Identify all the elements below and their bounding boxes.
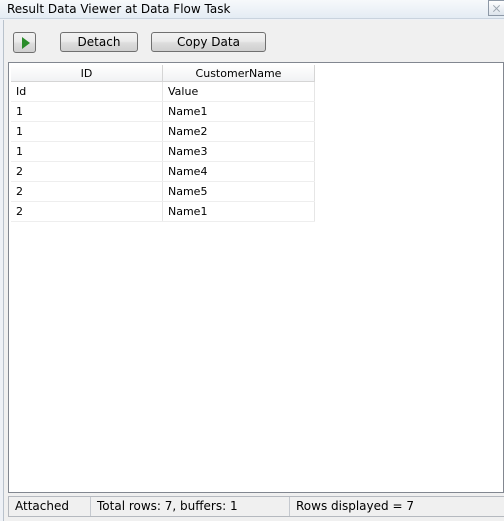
title-bar[interactable]: Result Data Viewer at Data Flow Task	[0, 0, 504, 19]
status-rows-displayed: Rows displayed = 7	[296, 499, 414, 513]
table-row[interactable]: 1 Name1	[11, 101, 315, 122]
cell-id[interactable]: 1	[11, 141, 163, 162]
window-title: Result Data Viewer at Data Flow Task	[7, 2, 231, 16]
client-area: Detach Copy Data ID CustomerName Id Valu…	[3, 20, 504, 521]
data-grid-table: ID CustomerName Id Value 1 Name1 1 Name2…	[11, 65, 315, 222]
grid-header-row: ID CustomerName	[11, 65, 315, 82]
cell-id[interactable]: 2	[11, 161, 163, 182]
table-row[interactable]: 1 Name2	[11, 121, 315, 142]
table-row[interactable]: 2 Name4	[11, 161, 315, 182]
data-grid[interactable]: ID CustomerName Id Value 1 Name1 1 Name2…	[8, 62, 504, 493]
cell-customername[interactable]: Name3	[162, 141, 315, 162]
detach-button[interactable]: Detach	[60, 32, 138, 52]
data-viewer-window: Result Data Viewer at Data Flow Task Det…	[0, 0, 504, 521]
play-icon	[22, 37, 30, 49]
cell-id[interactable]: 1	[11, 121, 163, 142]
table-row[interactable]: Id Value	[11, 81, 315, 102]
status-bar: Attached Total rows: 7, buffers: 1 Rows …	[8, 496, 504, 517]
table-row[interactable]: 2 Name1	[11, 201, 315, 222]
table-row[interactable]: 2 Name5	[11, 181, 315, 202]
cell-customername[interactable]: Name1	[162, 201, 315, 222]
copy-data-button[interactable]: Copy Data	[151, 32, 266, 52]
cell-customername[interactable]: Name4	[162, 161, 315, 182]
status-total-rows: Total rows: 7, buffers: 1	[91, 497, 290, 516]
cell-customername[interactable]: Name2	[162, 121, 315, 142]
cell-id[interactable]: Id	[11, 81, 163, 102]
table-row[interactable]: 1 Name3	[11, 141, 315, 162]
play-button[interactable]	[13, 32, 36, 53]
column-header-id[interactable]: ID	[11, 65, 163, 82]
cell-customername[interactable]: Name5	[162, 181, 315, 202]
column-header-customername[interactable]: CustomerName	[162, 65, 315, 82]
cell-id[interactable]: 2	[11, 181, 163, 202]
cell-id[interactable]: 1	[11, 101, 163, 122]
cell-id[interactable]: 2	[11, 201, 163, 222]
cell-customername[interactable]: Value	[162, 81, 315, 102]
close-button[interactable]	[488, 0, 504, 16]
status-attached: Attached	[9, 497, 91, 516]
cell-customername[interactable]: Name1	[162, 101, 315, 122]
